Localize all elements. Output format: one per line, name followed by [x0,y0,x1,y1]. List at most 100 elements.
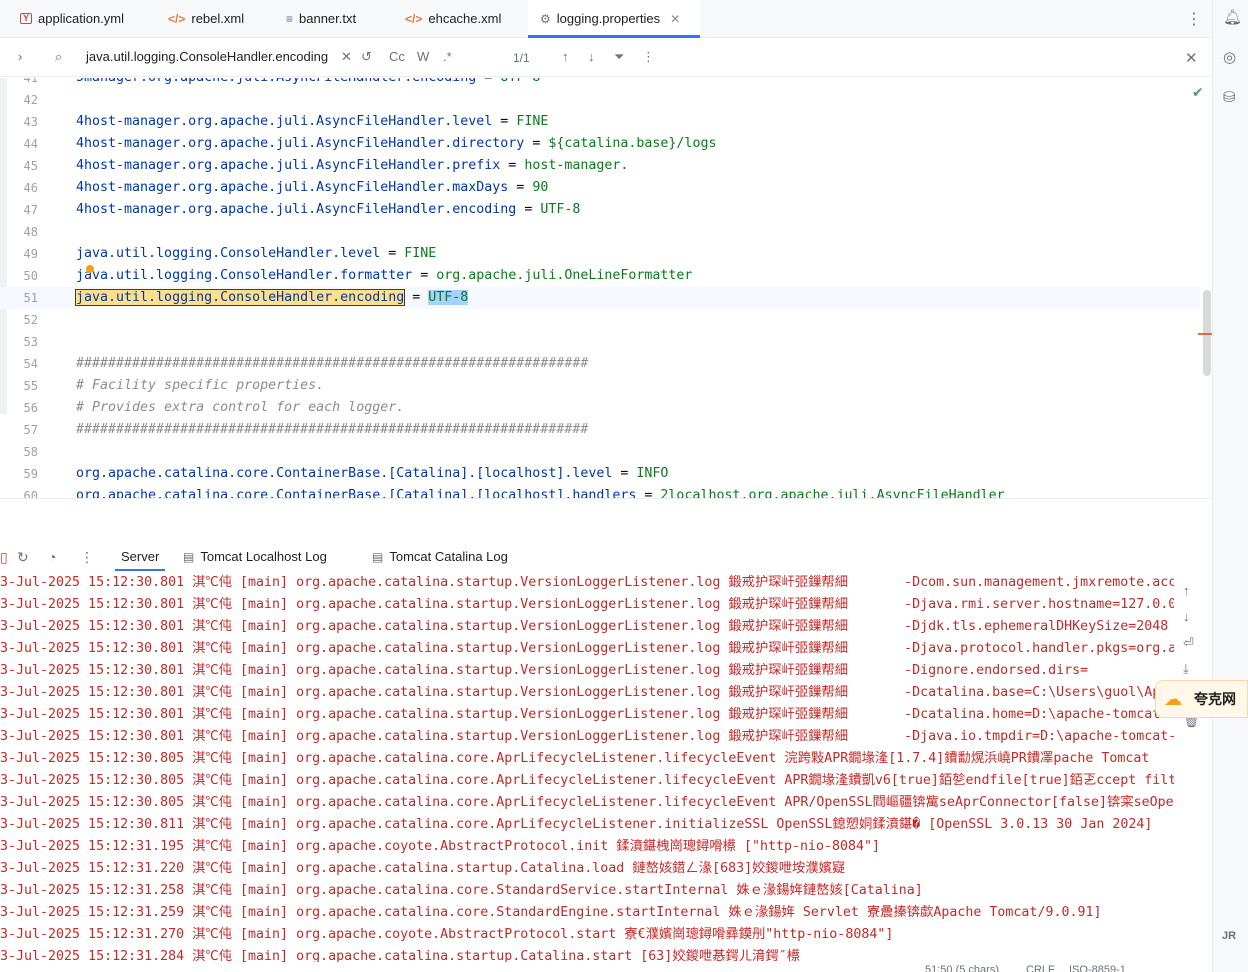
editor-line[interactable]: 54 ######################################… [0,353,1200,375]
settings-file-icon: ⚙ [540,11,551,26]
more-options-icon[interactable]: ⋮ [1186,9,1202,29]
tab-server[interactable]: Server [114,549,166,571]
property-key: java.util.logging.ConsoleHandler.formatt… [76,268,413,283]
close-icon[interactable]: ✕ [670,12,680,26]
search-icon[interactable]: ⌕ [55,49,62,65]
editor-line[interactable]: 55 # Facility specific properties. [0,375,1200,397]
database-icon[interactable]: ⛁ [1223,88,1236,106]
run-tab-label: Server [121,549,160,564]
tab-application-yml[interactable]: Y application.yml [20,0,150,37]
cloud-icon: ☁ [1164,688,1182,709]
equals-sign: = [508,180,533,195]
editor-line[interactable]: 58 [0,441,1200,463]
console-line: 3-Jul-2025 15:12:30.805 淇℃伅 [main] org.a… [0,751,1150,766]
filter-icon[interactable]: ⏷ [614,49,624,65]
editor-line[interactable]: 56 # Provides extra control for each logg… [0,397,1200,419]
scroll-up-icon[interactable]: ↑ [1183,583,1190,598]
floating-notice[interactable]: ☁ 夸克网 [1155,680,1248,718]
run-tab-label: Tomcat Localhost Log [200,549,327,564]
console-line: 3-Jul-2025 15:12:31.259 淇℃伅 [main] org.a… [0,905,1102,920]
history-icon[interactable]: ↺ [361,49,372,65]
console-line: 3-Jul-2025 15:12:30.801 淇℃伅 [main] org.a… [0,641,1174,656]
close-find-icon[interactable]: ✕ [1185,49,1198,67]
ai-assistant-icon[interactable]: ◎ [1223,48,1236,66]
editor-line[interactable]: 60 org.apache.catalina.core.ContainerBase… [0,485,1200,498]
tab-ehcache-xml[interactable]: </> ehcache.xml [405,0,515,37]
editor-line[interactable]: 46 4host-manager.org.apache.juli.AsyncFil… [0,177,1200,199]
caret-position[interactable]: 51:50 (5 chars) [925,964,999,972]
regex-toggle[interactable]: .* [443,49,452,64]
previous-match-icon[interactable]: ↑ [562,49,569,64]
file-encoding[interactable]: ISO-8859-1 [1069,964,1126,972]
line-number: 47 [23,203,38,217]
more-find-options-icon[interactable]: ⋮ [642,49,655,65]
rerun-icon[interactable]: ↻ [17,549,29,566]
code-text: java.util.logging.ConsoleHandler.level =… [76,243,436,265]
tab-tomcat-localhost-log[interactable]: ▤ Tomcat Localhost Log [183,549,327,564]
log-icon: ▤ [183,549,195,564]
code-text: 5manager.org.apache.juli.AsyncFileHandle… [76,78,540,89]
editor-line[interactable]: 52 [0,309,1200,331]
console-line: 3-Jul-2025 15:12:30.801 淇℃伅 [main] org.a… [0,663,1089,678]
equals-sign: = [492,114,517,129]
whole-words-toggle[interactable]: W [417,49,429,64]
console-line: 3-Jul-2025 15:12:30.801 淇℃伅 [main] org.a… [0,729,1174,744]
more-run-options-icon[interactable]: ⋮ [80,549,94,566]
property-value: org.apache.juli.OneLineFormatter [436,268,693,283]
console-output[interactable]: 3-Jul-2025 15:12:30.801 淇℃伅 [main] org.a… [0,572,1174,962]
code-text: org.apache.catalina.core.ContainerBase.[… [76,463,668,485]
scroll-to-end-icon[interactable]: ⤓ [1183,661,1189,677]
code-text: ########################################… [76,419,588,441]
editor-line[interactable]: 48 [0,221,1200,243]
match-case-toggle[interactable]: Cc [389,49,405,64]
editor-line[interactable]: 43 4host-manager.org.apache.juli.AsyncFil… [0,111,1200,133]
line-number: 52 [23,313,38,327]
tab-tomcat-catalina-log[interactable]: ▤ Tomcat Catalina Log [372,549,508,564]
right-tool-strip: 🔔︎ ◎ ⛁ [1212,0,1248,972]
comment: ########################################… [76,422,589,437]
stop-icon[interactable]: ▯ [0,549,8,566]
tab-logging-properties[interactable]: ⚙ logging.properties ✕ [528,0,700,38]
clear-search-icon[interactable]: ✕ [341,49,352,65]
editor-line[interactable]: 50 java.util.logging.ConsoleHandler.forma… [0,265,1200,287]
chevron-right-icon[interactable]: › [18,49,22,64]
comment: # Facility specific properties. [76,378,325,393]
console-line: 3-Jul-2025 15:12:30.801 淇℃伅 [main] org.a… [0,619,1169,634]
editor-line[interactable]: 42 [0,89,1200,111]
equals-sign: = [636,488,661,498]
line-number: 46 [23,181,38,195]
line-number: 58 [23,445,38,459]
tab-banner-txt[interactable]: ≡ banner.txt [286,0,386,37]
tab-rebel-xml[interactable]: </> rebel.xml [168,0,268,37]
editor-line[interactable]: 45 4host-manager.org.apache.juli.AsyncFil… [0,155,1200,177]
code-editor[interactable]: 41 5manager.org.apache.juli.AsyncFileHand… [0,78,1212,498]
property-key: 4host-manager.org.apache.juli.AsyncFileH… [76,114,493,129]
console-line: 3-Jul-2025 15:12:31.270 淇℃伅 [main] org.a… [0,927,894,942]
line-separator[interactable]: CRLF [1026,964,1055,972]
console-line: 3-Jul-2025 15:12:30.801 淇℃伅 [main] org.a… [0,575,1174,590]
yaml-icon: Y [20,13,33,24]
log-icon: ▤ [372,549,384,564]
equals-sign: = [500,158,525,173]
next-match-icon[interactable]: ↓ [588,49,595,64]
equals-sign: = [516,202,541,217]
editor-line[interactable]: 51 java.util.logging.ConsoleHandler.encod… [0,287,1200,309]
editor-line[interactable]: 44 4host-manager.org.apache.juli.AsyncFil… [0,133,1200,155]
notifications-icon[interactable]: 🔔︎ [1223,8,1242,26]
update-app-icon[interactable]: ◔ [48,549,56,565]
code-text: 4host-manager.org.apache.juli.AsyncFileH… [76,177,548,199]
line-number: 48 [23,225,38,239]
line-number: 53 [23,335,38,349]
editor-line[interactable]: 53 [0,331,1200,353]
line-number: 51 [23,291,38,305]
editor-line[interactable]: 41 5manager.org.apache.juli.AsyncFileHand… [0,78,1200,89]
search-input[interactable]: java.util.logging.ConsoleHandler.encodin… [86,49,328,64]
soft-wrap-icon[interactable]: ⏎ [1183,635,1194,651]
intention-bulb-icon[interactable] [86,265,94,273]
scroll-down-icon[interactable]: ↓ [1183,609,1190,624]
property-key: 4host-manager.org.apache.juli.AsyncFileH… [76,202,517,217]
editor-line[interactable]: 47 4host-manager.org.apache.juli.AsyncFil… [0,199,1200,221]
editor-line[interactable]: 49 java.util.logging.ConsoleHandler.level… [0,243,1200,265]
editor-line[interactable]: 59 org.apache.catalina.core.ContainerBase… [0,463,1200,485]
editor-line[interactable]: 57 ######################################… [0,419,1200,441]
